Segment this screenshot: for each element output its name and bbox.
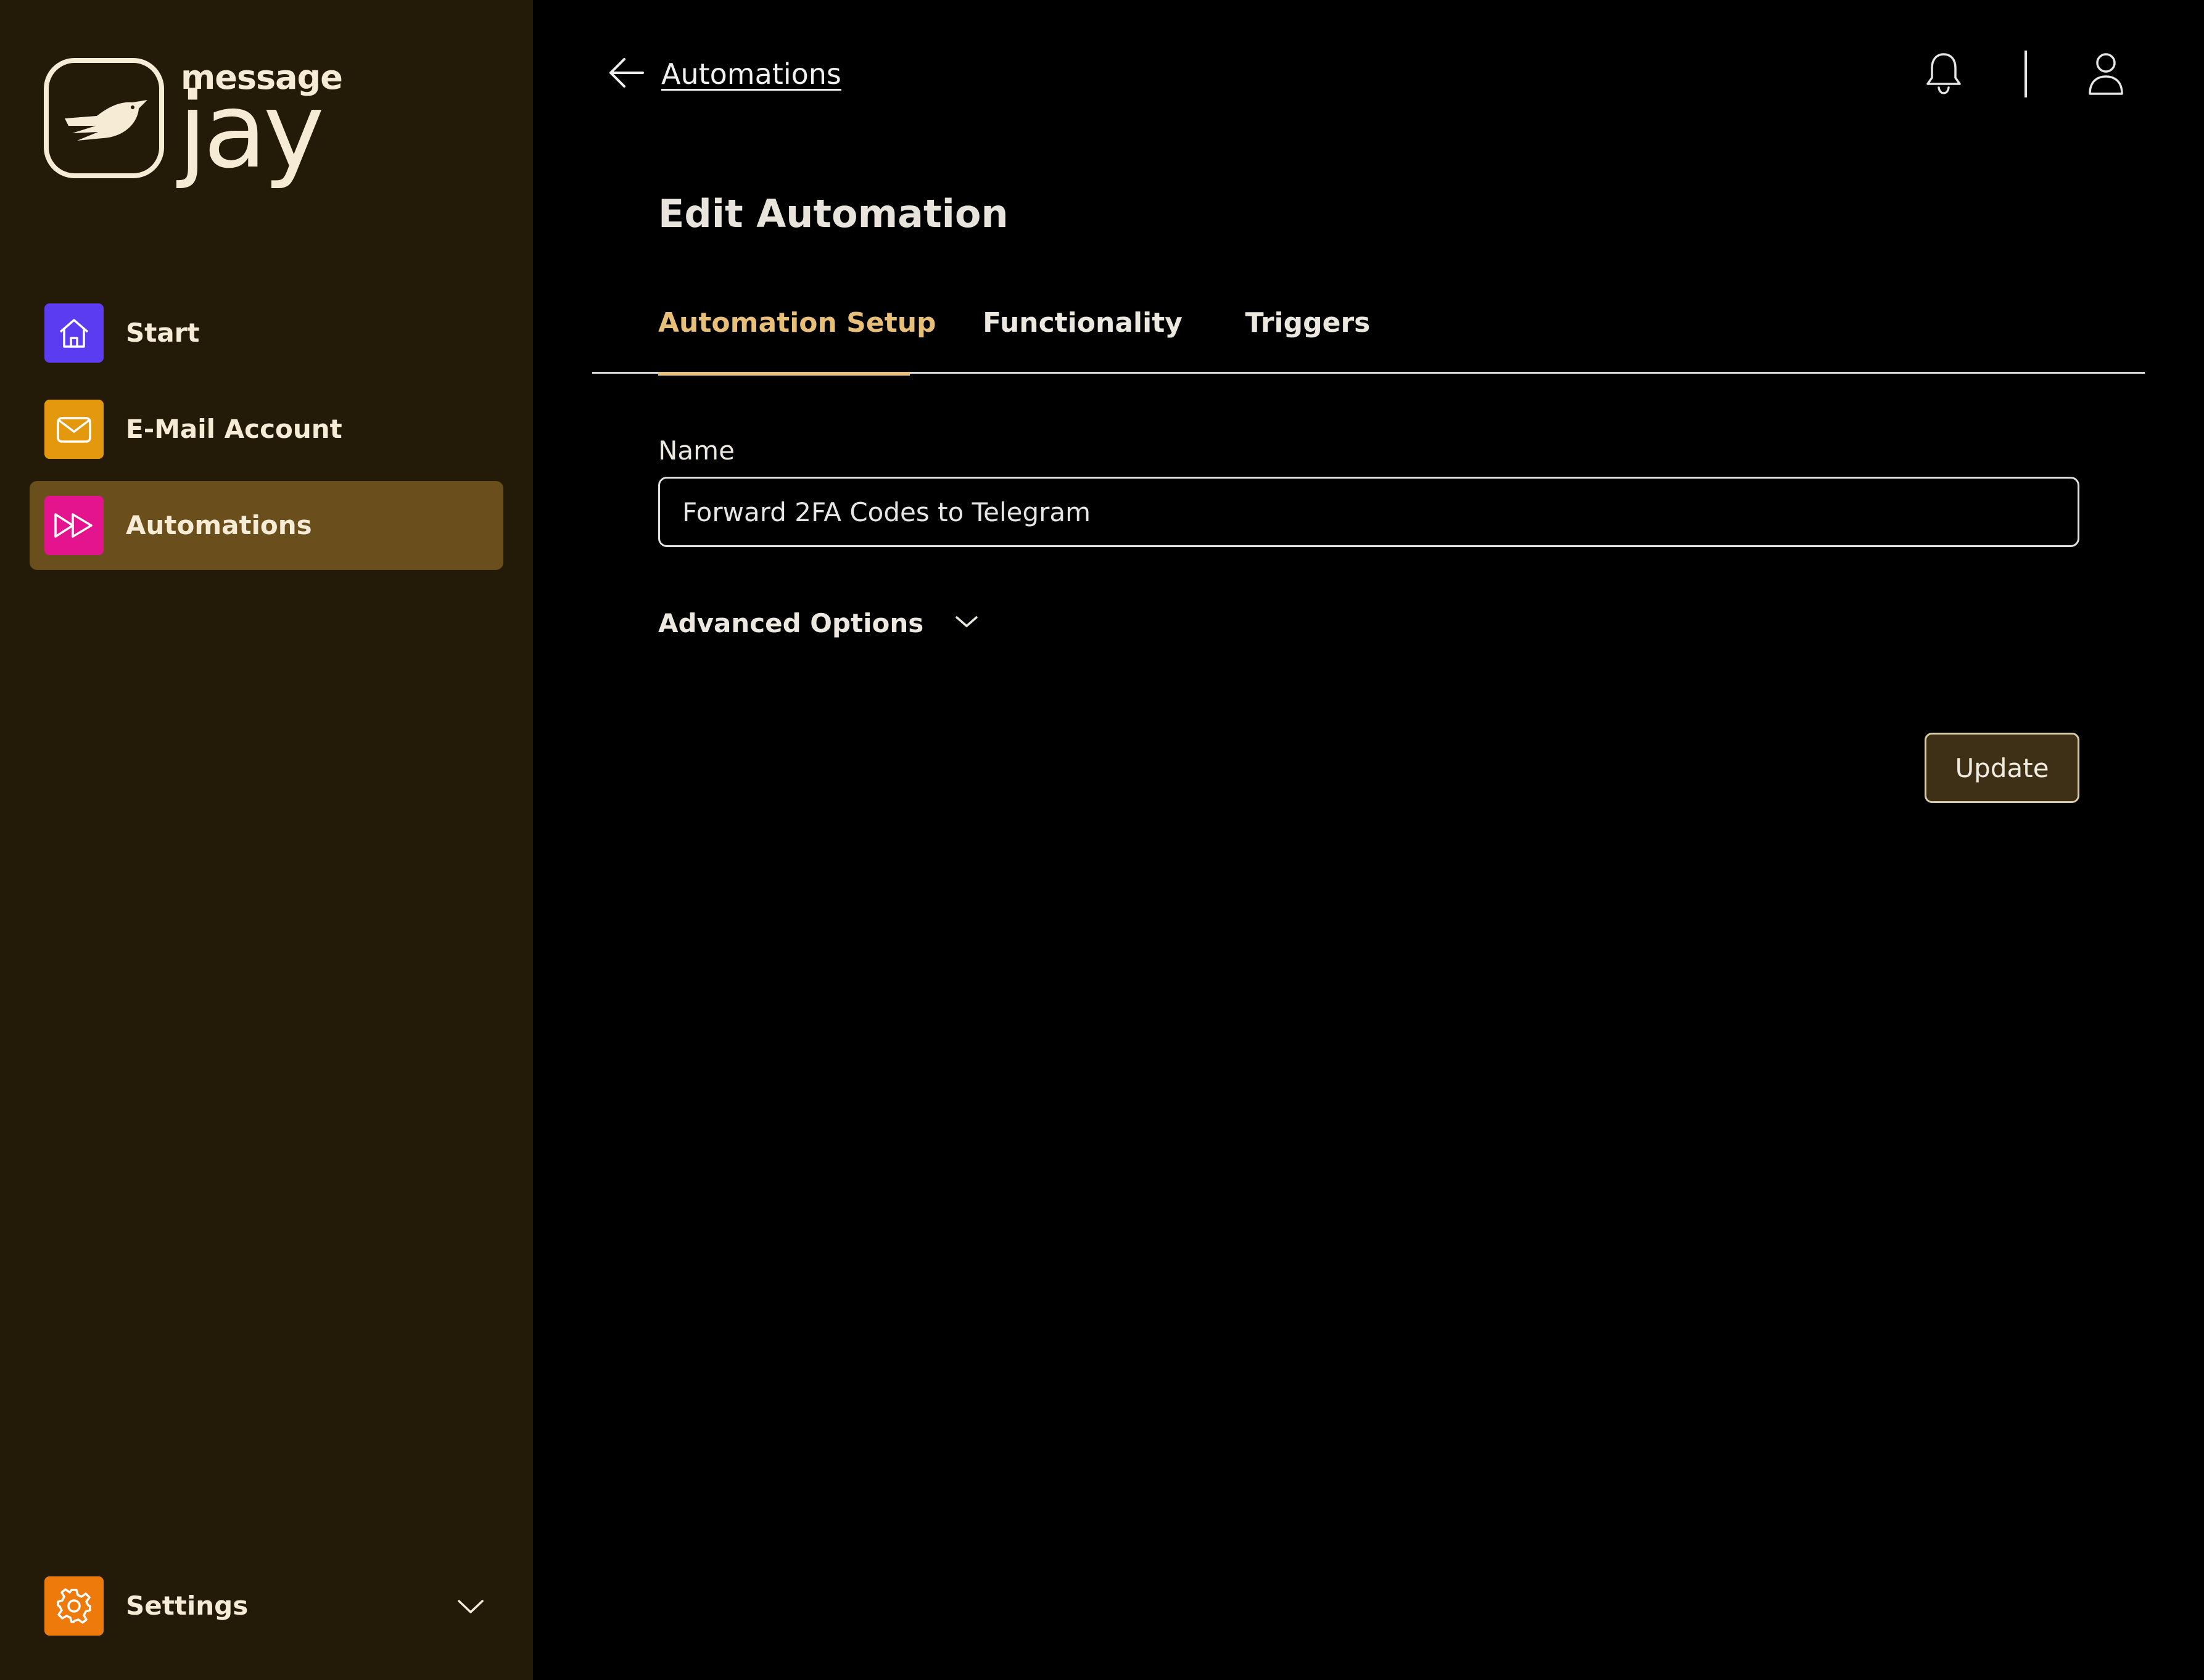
sidebar-item-label: Automations [126,510,312,540]
name-field-label: Name [658,435,735,466]
user-profile-icon[interactable] [2086,51,2126,99]
sidebar-item-email-account[interactable]: E-Mail Account [30,385,503,474]
logo-word-jay: jay [178,70,324,191]
sidebar-item-settings[interactable]: Settings [30,1562,503,1650]
back-to-automations-link[interactable]: Automations [607,52,841,96]
gear-icon [44,1576,104,1636]
sidebar-item-automations[interactable]: Automations [30,481,503,570]
chevron-down-icon [954,612,979,633]
update-button[interactable]: Update [1925,733,2079,803]
header-divider [2024,51,2027,97]
main-content: Automations Edit Automation Automation S… [533,0,2204,1680]
bird-logo-icon [44,58,164,178]
envelope-icon [44,400,104,459]
sidebar-item-label: Settings [126,1591,249,1621]
advanced-options-label: Advanced Options [658,607,924,638]
advanced-options-toggle[interactable]: Advanced Options [658,601,979,644]
bell-icon[interactable] [1924,51,1963,99]
chevron-down-icon[interactable] [456,1594,485,1621]
sidebar-item-label: E-Mail Account [126,414,342,444]
sidebar-item-start[interactable]: Start [30,289,503,377]
sidebar-item-label: Start [126,318,200,348]
tab-automation-setup[interactable]: Automation Setup [658,290,936,376]
sidebar: message jay Start E-Mail Account Automat… [0,0,533,1680]
name-input[interactable] [658,477,2079,547]
tab-triggers[interactable]: Triggers [1215,290,1400,374]
tab-bar: Automation Setup Functionality Triggers [592,290,2145,376]
arrow-left-icon [607,57,645,91]
tab-functionality[interactable]: Functionality [975,290,1191,374]
page-title: Edit Automation [658,191,1009,236]
fast-forward-icon [44,496,104,555]
message-jay-logo[interactable]: message jay [44,58,343,183]
back-link-label[interactable]: Automations [661,57,841,91]
home-icon [44,303,104,363]
